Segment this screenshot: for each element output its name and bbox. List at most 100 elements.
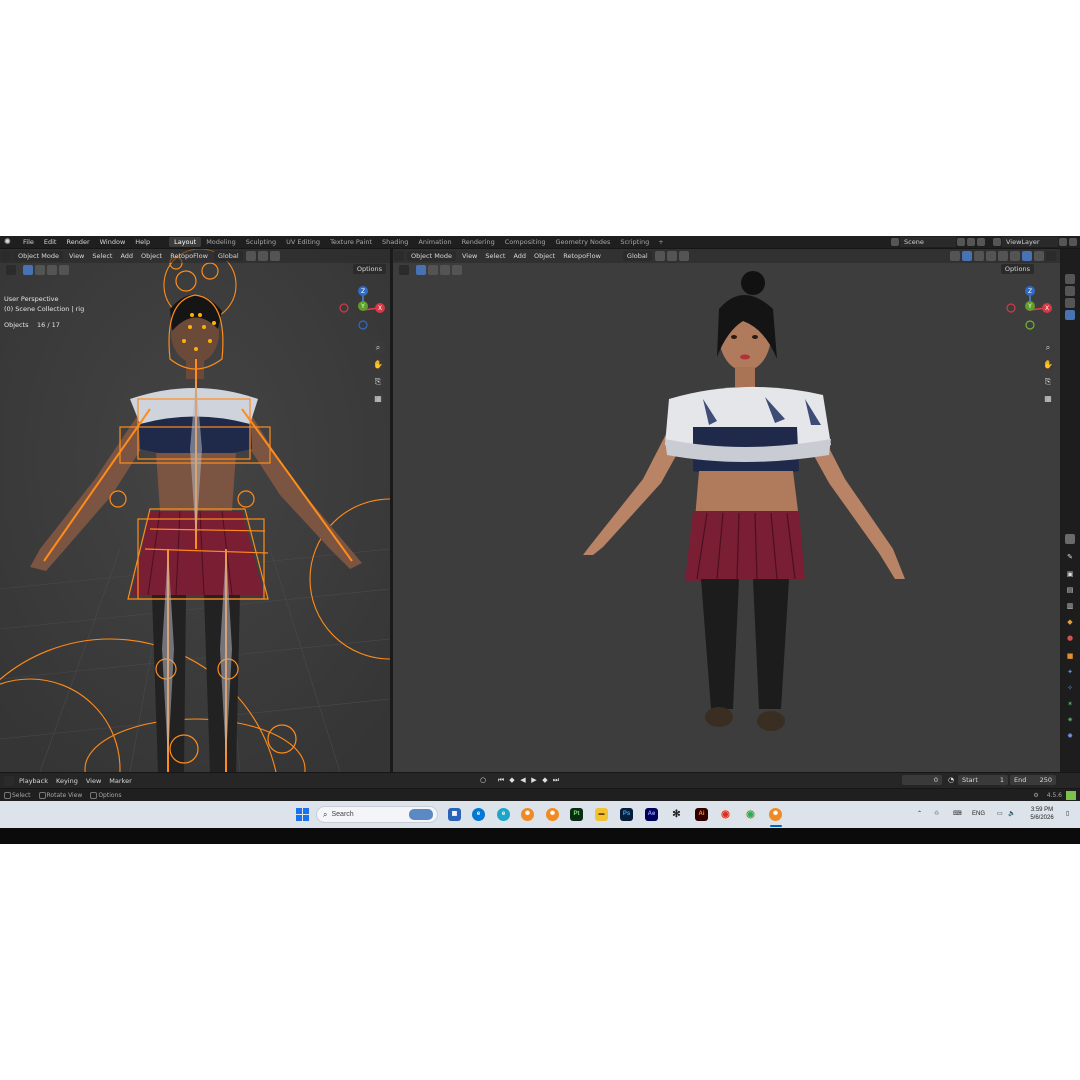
start-frame-field[interactable]: Start 1 (958, 775, 1008, 785)
editor-type-icon[interactable] (4, 775, 14, 786)
tab-compositing[interactable]: Compositing (500, 237, 551, 247)
select-box-icon[interactable] (23, 264, 33, 275)
xray-icon[interactable] (986, 251, 996, 261)
world-icon[interactable]: ● (1065, 633, 1075, 643)
pivot-icon[interactable] (245, 251, 256, 261)
taskbar-clock[interactable]: 3:59 PM 5/6/2026 (1024, 806, 1060, 822)
properties-editor-icon[interactable] (1065, 534, 1075, 544)
play-tool-icon[interactable] (399, 264, 409, 275)
camera-icon[interactable] (1065, 286, 1075, 296)
camera-view-icon[interactable]: ⎘ (1041, 375, 1055, 388)
new-scene-icon[interactable] (967, 238, 975, 246)
zoom-icon[interactable]: ⌕ (371, 341, 385, 354)
menu-keying[interactable]: Keying (52, 777, 82, 785)
tab-animation[interactable]: Animation (413, 237, 456, 247)
data-icon[interactable]: ✸ (1065, 731, 1075, 741)
viewlayer-name[interactable]: ViewLayer (1002, 237, 1058, 247)
menu-add[interactable]: Add (509, 250, 530, 262)
select-invert-icon[interactable] (59, 264, 69, 275)
options-dropdown[interactable]: Options (1000, 264, 1034, 274)
axis-neg-z-icon[interactable] (358, 320, 368, 330)
add-workspace-button[interactable]: + (654, 238, 667, 246)
mode-dropdown[interactable]: Object Mode (14, 251, 63, 261)
next-keyframe-icon[interactable]: ◆ (540, 775, 550, 785)
menu-add[interactable]: Add (116, 250, 137, 262)
play-reverse-icon[interactable]: ◀ (518, 775, 528, 785)
play-tool-icon[interactable] (6, 264, 16, 275)
tab-shading[interactable]: Shading (377, 237, 413, 247)
tab-sculpting[interactable]: Sculpting (241, 237, 281, 247)
shading-wireframe-icon[interactable] (998, 251, 1008, 261)
tab-uv-editing[interactable]: UV Editing (281, 237, 325, 247)
taskbar-search[interactable]: ⌕ Search (316, 806, 438, 823)
menu-retopoflow[interactable]: RetopoFlow (559, 250, 605, 262)
tab-rendering[interactable]: Rendering (457, 237, 500, 247)
particles-icon[interactable]: ✧ (1065, 683, 1075, 693)
clock-icon[interactable]: ◔ (946, 775, 956, 785)
tab-geometry-nodes[interactable]: Geometry Nodes (551, 237, 616, 247)
select-subtract-icon[interactable] (440, 264, 450, 275)
painter-app-icon[interactable]: Pt (570, 808, 583, 821)
snap-icon[interactable] (257, 251, 268, 261)
select-box-icon[interactable] (416, 264, 426, 275)
pan-hand-icon[interactable]: ✋ (1041, 358, 1055, 371)
chrome-app-icon[interactable]: ◉ (719, 808, 732, 821)
language-indicator[interactable]: ENG (972, 801, 985, 828)
shading-material-icon[interactable] (1022, 251, 1032, 261)
blender-app-icon[interactable]: ✺ (546, 808, 559, 821)
end-frame-field[interactable]: End 250 (1010, 775, 1056, 785)
camera-icon[interactable] (1065, 298, 1075, 308)
tab-modeling[interactable]: Modeling (201, 237, 241, 247)
close-icon[interactable] (1069, 238, 1077, 246)
snap-icon[interactable] (666, 251, 677, 261)
blender-logo-icon[interactable]: ✺ (4, 237, 14, 247)
modifier-icon[interactable]: ✦ (1065, 667, 1075, 677)
scene-name[interactable]: Scene (900, 237, 956, 247)
menu-view[interactable]: View (65, 250, 88, 262)
windows-start-icon[interactable] (296, 808, 309, 821)
viewlayer-selector[interactable]: ViewLayer (992, 237, 1078, 247)
scene-icon[interactable]: ◆ (1065, 617, 1075, 627)
axis-neg-x-icon[interactable] (1006, 303, 1016, 313)
menu-view[interactable]: View (458, 250, 481, 262)
after-effects-app-icon[interactable]: Ae (645, 808, 658, 821)
photoshop-app-icon[interactable]: Ps (620, 808, 633, 821)
transform-orientation-dropdown[interactable]: Global (213, 251, 243, 261)
menu-file[interactable]: File (18, 236, 39, 248)
visibility-icon[interactable] (950, 251, 960, 261)
zoom-icon[interactable]: ⌕ (1041, 341, 1055, 354)
prev-keyframe-icon[interactable]: ◆ (507, 775, 517, 785)
shading-options-icon[interactable] (1046, 251, 1056, 261)
options-dropdown[interactable]: Options (352, 264, 386, 274)
jump-end-icon[interactable]: ⏭ (551, 775, 561, 785)
ortho-grid-icon[interactable]: ▦ (371, 392, 385, 405)
task-view-icon[interactable]: ▦ (448, 808, 461, 821)
illustrator-app-icon[interactable]: Ai (695, 808, 708, 821)
edge-icon[interactable]: e (497, 808, 510, 821)
select-subtract-icon[interactable] (47, 264, 57, 275)
editor-type-icon[interactable] (394, 251, 404, 261)
monitor-icon[interactable]: ▭ (997, 801, 1003, 828)
menu-marker[interactable]: Marker (105, 777, 135, 785)
physics-icon[interactable]: ✶ (1065, 699, 1075, 709)
navigation-gizmo[interactable]: Z X Y (1005, 282, 1055, 332)
tab-layout[interactable]: Layout (169, 237, 202, 247)
select-extend-icon[interactable] (428, 264, 438, 275)
ortho-grid-icon[interactable]: ▦ (1041, 392, 1055, 405)
camera-icon[interactable] (1065, 274, 1075, 284)
axis-neg-y-icon[interactable] (1025, 320, 1035, 330)
tray-chevron-icon[interactable]: ⌃ (917, 801, 922, 828)
object-icon[interactable]: ■ (1065, 651, 1075, 661)
new-viewlayer-icon[interactable] (1059, 238, 1067, 246)
left-3d-viewport[interactable]: Object Mode View Select Add Object Retop… (0, 249, 390, 772)
camera-view-icon[interactable]: ⎘ (371, 375, 385, 388)
jump-start-icon[interactable]: ⏮ (496, 775, 506, 785)
folder-icon[interactable]: ▬ (595, 808, 608, 821)
constraint-icon[interactable]: ✷ (1065, 715, 1075, 725)
zbrush-app-icon[interactable]: ✻ (670, 808, 683, 821)
chrome-profile-icon[interactable]: ◉ (744, 808, 757, 821)
edge-browser-icon[interactable]: e (472, 808, 485, 821)
pivot-icon[interactable] (654, 251, 665, 261)
tab-texture-paint[interactable]: Texture Paint (325, 237, 377, 247)
menu-view[interactable]: View (82, 777, 105, 785)
